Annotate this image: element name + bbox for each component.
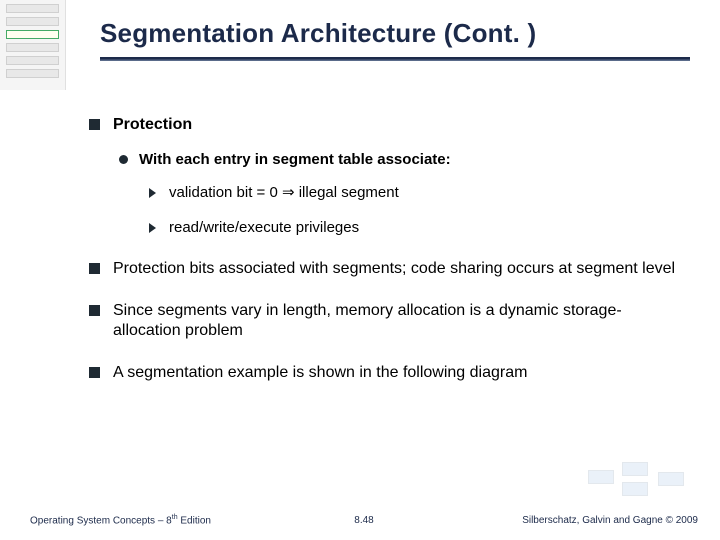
slide-thumbnail	[6, 43, 59, 52]
thumbnail-sidebar	[0, 0, 66, 90]
bullet-text: A segmentation example is shown in the f…	[113, 364, 527, 381]
title-area: Segmentation Architecture (Cont. )	[100, 18, 690, 61]
slide-body: Protection With each entry in segment ta…	[85, 115, 680, 405]
slide-title: Segmentation Architecture (Cont. )	[100, 18, 690, 49]
title-underline	[100, 57, 690, 61]
slide-thumbnail-selected	[6, 30, 59, 39]
footer-page-number: 8.48	[354, 515, 373, 526]
bullet-level1: Protection With each entry in segment ta…	[85, 115, 680, 237]
slide-thumbnail	[6, 69, 59, 78]
slide-thumbnail	[6, 17, 59, 26]
bullet-text: Since segments vary in length, memory al…	[113, 302, 622, 339]
bullet-text: With each entry in segment table associa…	[139, 151, 451, 168]
bullet-level1: A segmentation example is shown in the f…	[85, 363, 680, 383]
decorative-diagram	[580, 452, 700, 512]
footer-book-title-b: Edition	[178, 515, 211, 526]
bullet-text: validation bit = 0 ⇒ illegal segment	[169, 184, 399, 201]
footer-left: Operating System Concepts – 8th Edition	[30, 514, 211, 526]
slide-thumbnail	[6, 4, 59, 13]
slide-thumbnail	[6, 56, 59, 65]
bullet-text: Protection bits associated with segments…	[113, 260, 675, 277]
bullet-level1: Since segments vary in length, memory al…	[85, 301, 680, 341]
footer-book-title-a: Operating System Concepts – 8	[30, 515, 172, 526]
bullet-level1: Protection bits associated with segments…	[85, 259, 680, 279]
slide-footer: Operating System Concepts – 8th Edition …	[30, 514, 698, 526]
slide: Segmentation Architecture (Cont. ) Prote…	[0, 0, 720, 540]
footer-copyright: Silberschatz, Galvin and Gagne © 2009	[522, 515, 698, 526]
bullet-level3: read/write/execute privileges	[139, 219, 680, 238]
bullet-level2: With each entry in segment table associa…	[113, 151, 680, 237]
bullet-text: Protection	[113, 116, 192, 133]
bullet-level3: validation bit = 0 ⇒ illegal segment	[139, 184, 680, 203]
bullet-text: read/write/execute privileges	[169, 219, 359, 236]
